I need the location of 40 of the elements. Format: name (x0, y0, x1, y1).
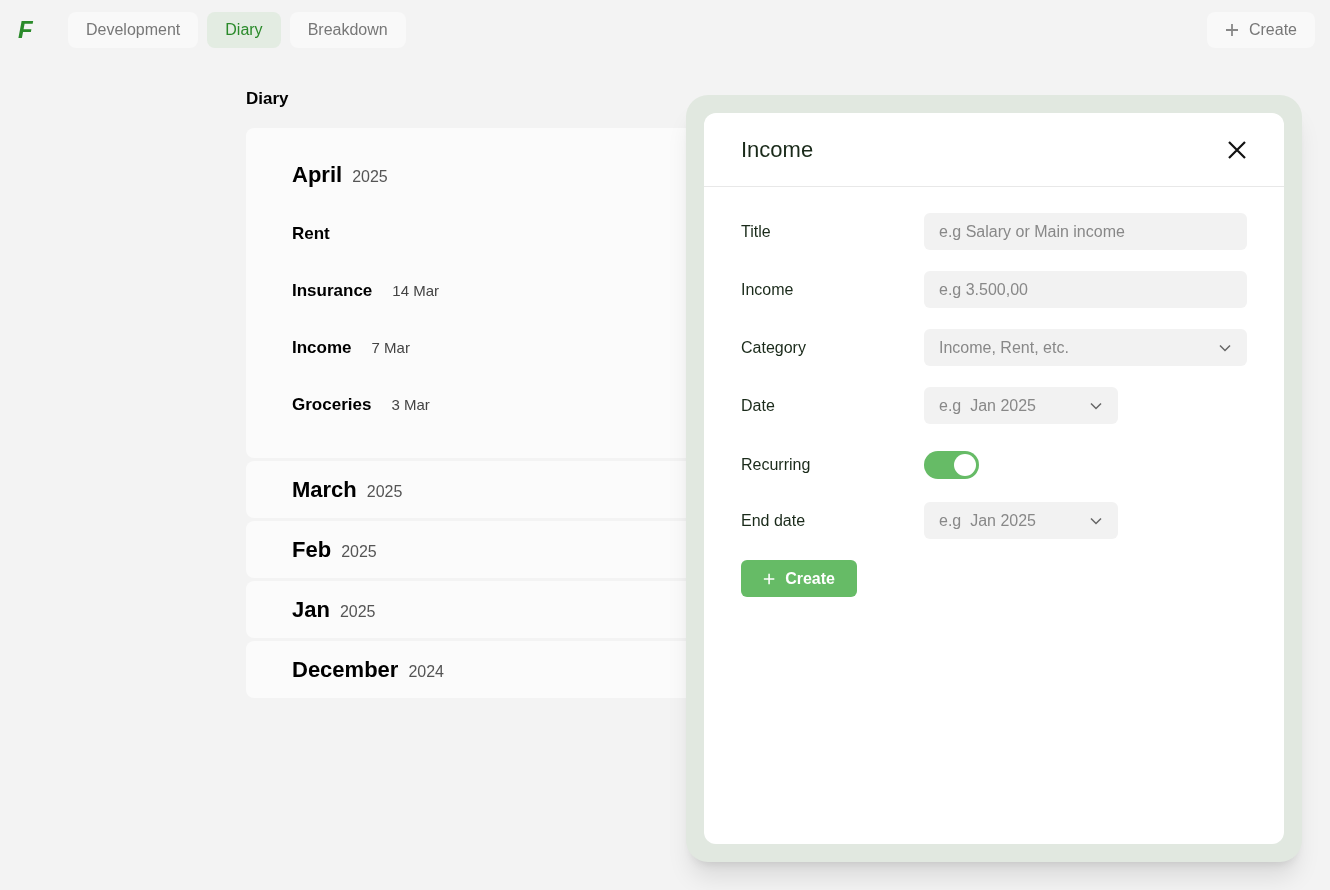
field-label: Income (741, 279, 795, 300)
month-year: 2025 (366, 481, 403, 502)
month-name: December (292, 655, 399, 684)
month-year: 2025 (352, 166, 388, 187)
plus-icon (763, 571, 776, 586)
chevron-down-icon (1219, 343, 1231, 352)
entry-date: 3 Mar (391, 394, 430, 415)
month-name: Jan (292, 595, 330, 624)
plus-icon (1224, 23, 1239, 37)
text-field[interactable]: e.g Salary or Main income (924, 213, 1247, 250)
entry-date: 7 Mar (371, 337, 410, 358)
page-title: Diary (246, 88, 290, 110)
chevron-down-icon (1090, 401, 1102, 410)
text-field[interactable]: e.g 3.500,00 (924, 271, 1247, 308)
entry-title: Rent (292, 222, 330, 245)
month-name: April (292, 160, 343, 189)
close-icon[interactable] (1227, 139, 1247, 160)
nav-tab[interactable]: Development (68, 12, 199, 48)
dropdown-field[interactable]: Income, Rent, etc. (924, 329, 1247, 366)
toggle-switch[interactable] (924, 451, 979, 479)
dropdown-field[interactable]: e.g Jan 2025 (924, 502, 1118, 539)
create-submit-button[interactable]: Create (741, 560, 857, 597)
entry-date: 14 Mar (392, 280, 439, 301)
nav-tab[interactable]: Breakdown (289, 12, 406, 48)
month-year: 2024 (408, 661, 444, 682)
month-year: 2025 (339, 601, 376, 622)
nav-tab[interactable]: Diary (207, 12, 281, 48)
logo: F (18, 15, 34, 45)
month-name: Feb (292, 535, 332, 564)
chevron-down-icon (1090, 516, 1102, 525)
entry-title: Income (292, 336, 352, 359)
month-name: March (292, 475, 357, 504)
field-label: Category (741, 337, 807, 358)
month-year: 2025 (341, 541, 377, 562)
field-label: Title (741, 221, 772, 242)
create-button[interactable]: Create (1206, 12, 1315, 48)
dropdown-field[interactable]: e.g Jan 2025 (924, 387, 1118, 424)
field-label: Date (741, 395, 776, 416)
entry-title: Groceries (292, 393, 372, 416)
entry-title: Insurance (292, 279, 373, 302)
